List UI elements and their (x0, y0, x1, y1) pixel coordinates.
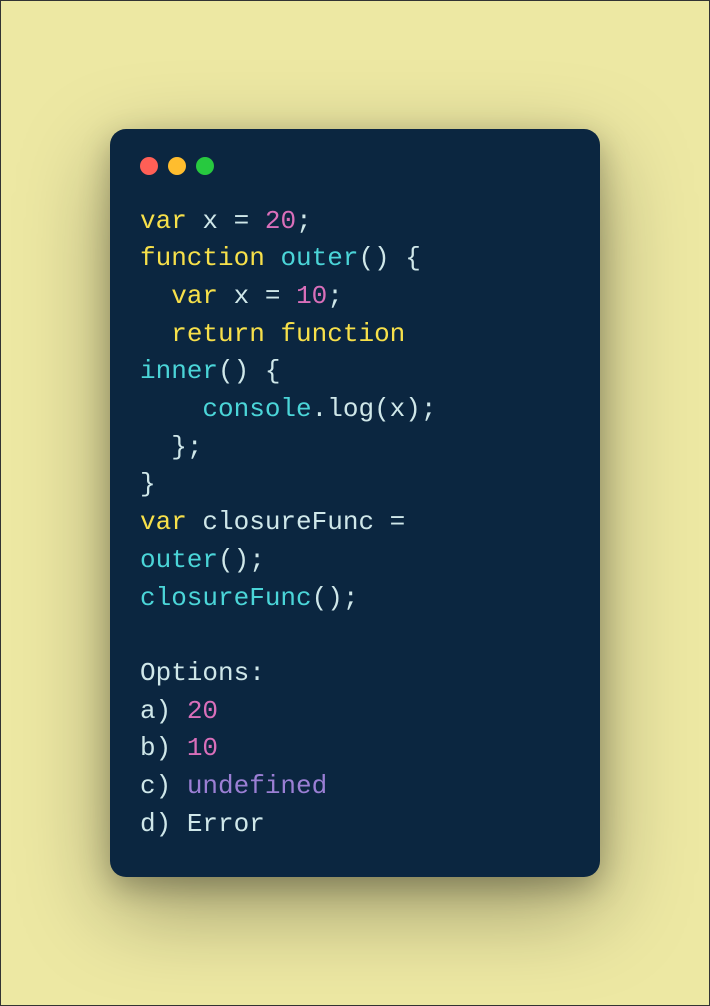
code-block: var x = 20; function outer() { var x = 1… (140, 203, 570, 844)
function-call: outer (140, 545, 218, 575)
code-text: = (390, 507, 406, 537)
code-text: closureFunc (187, 507, 390, 537)
keyword-function: function (280, 319, 405, 349)
code-text: ); (405, 394, 436, 424)
function-name: inner (140, 356, 218, 386)
minimize-icon[interactable] (168, 157, 186, 175)
option-c-prefix: c) (140, 771, 187, 801)
keyword-return: return (171, 319, 265, 349)
option-d-value: Error (187, 809, 265, 839)
window-controls (140, 157, 570, 175)
function-call: closureFunc (140, 583, 312, 613)
code-text: ; (296, 206, 312, 236)
code-text (265, 319, 281, 349)
close-icon[interactable] (140, 157, 158, 175)
keyword-var: var (140, 507, 187, 537)
code-text: = (265, 281, 296, 311)
option-a-prefix: a) (140, 696, 187, 726)
option-d-prefix: d) (140, 809, 187, 839)
code-indent (140, 432, 171, 462)
options-label: Options: (140, 658, 265, 688)
keyword-var: var (140, 206, 187, 236)
code-text: ( (374, 394, 390, 424)
option-c-value: undefined (187, 771, 327, 801)
code-text: = (234, 206, 265, 236)
option-b-prefix: b) (140, 733, 187, 763)
option-a-value: 20 (187, 696, 218, 726)
method-name: log (327, 394, 374, 424)
terminal-window: var x = 20; function outer() { var x = 1… (110, 129, 600, 878)
number-literal: 20 (265, 206, 296, 236)
code-text: (); (218, 545, 265, 575)
code-text: }; (171, 432, 202, 462)
code-text: () { (218, 356, 280, 386)
code-indent (140, 319, 171, 349)
code-text: x (187, 206, 234, 236)
maximize-icon[interactable] (196, 157, 214, 175)
function-name: outer (280, 243, 358, 273)
code-text: () { (358, 243, 420, 273)
code-text: . (312, 394, 328, 424)
number-literal: 10 (296, 281, 327, 311)
code-text: } (140, 469, 156, 499)
code-indent (140, 281, 171, 311)
code-text: (); (312, 583, 359, 613)
option-b-value: 10 (187, 733, 218, 763)
code-text: x (218, 281, 265, 311)
code-text: x (390, 394, 406, 424)
keyword-var: var (171, 281, 218, 311)
code-text: ; (327, 281, 343, 311)
code-indent (140, 394, 202, 424)
object-name: console (202, 394, 311, 424)
keyword-function: function (140, 243, 265, 273)
code-text (265, 243, 281, 273)
